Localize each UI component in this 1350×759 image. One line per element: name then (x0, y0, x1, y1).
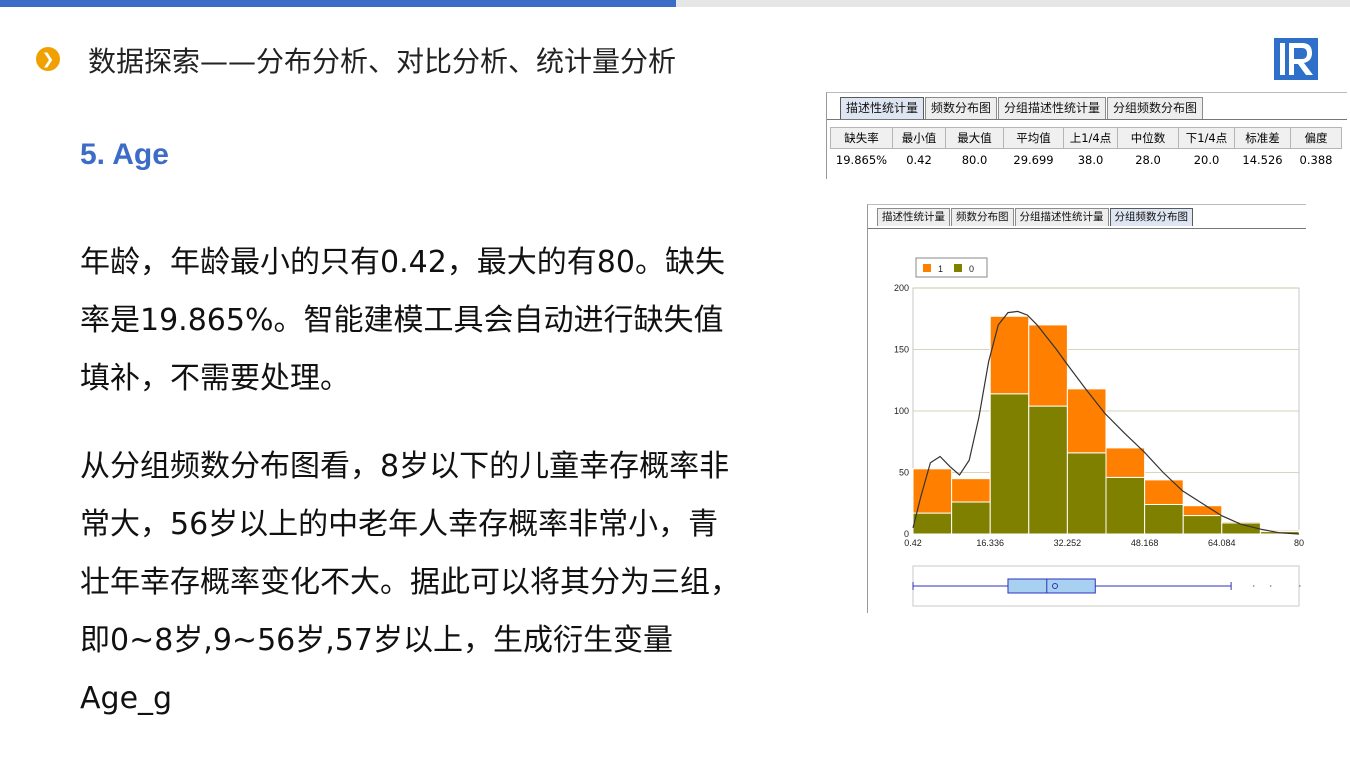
tab-grouped-frequency[interactable]: 分组频数分布图 (1107, 97, 1204, 119)
column-header[interactable]: 平均值 (1003, 127, 1064, 149)
page-title: 数据探索——分布分析、对比分析、统计量分析 (88, 45, 677, 78)
legend-swatch-1 (923, 264, 931, 272)
column-header[interactable]: 中位数 (1117, 127, 1179, 149)
legend-swatch-0 (954, 264, 962, 272)
stats-table: 缺失率 最小值 最大值 平均值 上1/4点 中位数 下1/4点 标准差 偏度 1… (830, 127, 1342, 171)
tab-descriptive-stats[interactable]: 描述性统计量 (840, 97, 925, 119)
stats-tab-bar: 描述性统计量 频数分布图 分组描述性统计量 分组频数分布图 (840, 97, 1204, 119)
bar-series-1 (989, 315, 1030, 395)
x-tick-label: 64.084 (1208, 538, 1236, 548)
bar-series-1 (1144, 479, 1184, 505)
bar-series-1 (1182, 505, 1223, 517)
x-tick-label: 16.336 (976, 538, 1004, 548)
y-tick-label: 50 (899, 468, 909, 478)
table-cell: 0.42 (906, 153, 932, 167)
bar-series-0 (1066, 452, 1107, 535)
bar-series-0 (1144, 503, 1184, 535)
table-cell: 20.0 (1193, 153, 1220, 167)
bar-series-1 (951, 478, 991, 503)
tab-grouped-stats[interactable]: 分组描述性统计量 (998, 97, 1107, 119)
bar-series-1 (1105, 447, 1146, 478)
bar-series-0 (1182, 515, 1223, 535)
x-tick-label: 32.252 (1054, 538, 1082, 548)
bar-series-0 (912, 512, 953, 535)
column-header[interactable]: 最小值 (892, 127, 946, 149)
bar-series-1 (1028, 324, 1068, 407)
column-header[interactable]: 上1/4点 (1063, 127, 1118, 149)
table-cell: 38.0 (1077, 153, 1104, 167)
column-header[interactable]: 标准差 (1234, 127, 1291, 149)
top-accent-bar (0, 0, 676, 7)
bar-series-0 (951, 501, 991, 535)
grouped-histogram-chart: 0 50 100 150 200 0.42 16.336 32.252 48.168 64.084… (894, 257, 1304, 607)
table-header-row: 缺失率 最小值 最大值 平均值 上1/4点 中位数 下1/4点 标准差 偏度 (830, 127, 1342, 149)
table-cell: 0.388 (1299, 153, 1333, 167)
column-header[interactable]: 最大值 (945, 127, 1004, 149)
y-tick-label: 150 (894, 345, 909, 355)
table-cell: 14.526 (1242, 153, 1283, 167)
column-header[interactable]: 缺失率 (830, 127, 893, 149)
paragraph-analysis: 从分组频数分布图看，8岁以下的儿童幸存概率非常大，56岁以上的中老年人幸存概率非… (80, 449, 740, 716)
column-header[interactable]: 偏度 (1290, 127, 1342, 149)
table-cell: 29.699 (1013, 153, 1054, 167)
x-tick-label: 80 (1294, 538, 1304, 548)
boxplot-box (1007, 578, 1096, 594)
y-tick-label: 100 (894, 406, 909, 416)
legend-label-1: 1 (938, 264, 943, 274)
bar-series-1 (1066, 388, 1107, 454)
chart-panel: 描述性统计量 频数分布图 分组描述性统计量 分组频数分布图 0 50 100 150 2… (867, 204, 1306, 613)
chart-legend: 10 (915, 257, 988, 278)
y-tick-label: 200 (894, 283, 909, 293)
table-cell: 28.0 (1135, 153, 1161, 167)
chevron-right-icon: ❯ (36, 47, 60, 71)
bar-series-1 (1221, 521, 1261, 524)
x-tick-label: 48.168 (1131, 538, 1159, 548)
brand-logo-icon (1274, 38, 1318, 80)
table-cell: 19.865% (835, 153, 888, 167)
stats-panel: 描述性统计量 频数分布图 分组描述性统计量 分组频数分布图 缺失率 最小值 最大… (826, 92, 1347, 179)
table-row: 19.865% 0.42 80.0 29.699 38.0 28.0 20.0 … (831, 149, 1342, 172)
paragraph-summary: 年龄，年龄最小的只有0.42，最大的有80。缺失率是19.865%。智能建模工具… (80, 245, 725, 396)
x-tick-label: 0.42 (904, 538, 922, 548)
section-title: 5. Age (80, 138, 169, 171)
top-gray-bar (676, 0, 1350, 7)
column-header[interactable]: 下1/4点 (1178, 127, 1235, 149)
bar-series-0 (989, 393, 1030, 535)
tab-divider (827, 119, 1347, 120)
table-cell: 80.0 (961, 153, 988, 167)
bar-series-0 (1028, 405, 1068, 535)
legend-label-0: 0 (969, 264, 974, 274)
tab-frequency-chart[interactable]: 频数分布图 (925, 97, 998, 119)
bar-series-0 (1105, 476, 1146, 535)
